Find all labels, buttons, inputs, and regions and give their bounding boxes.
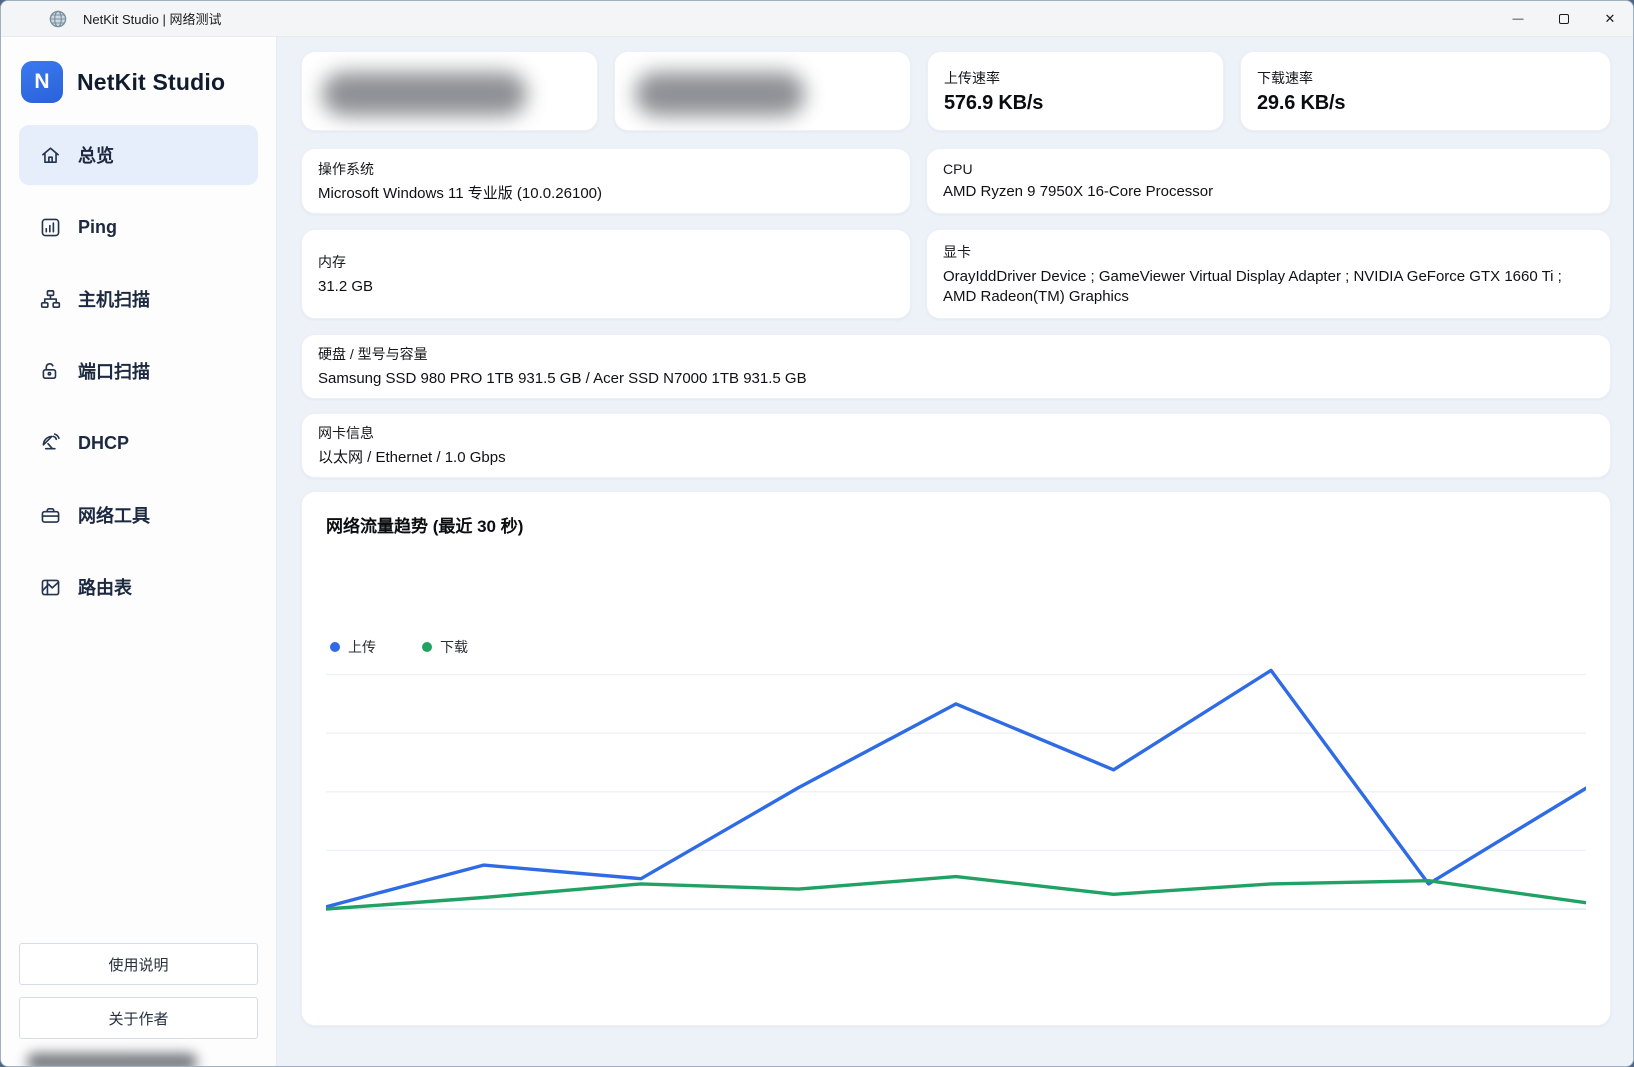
- upload-legend-label: 上传: [348, 637, 376, 657]
- redacted-version-text: [27, 1053, 197, 1067]
- titlebar: NetKit Studio | 网络测试 — ✕: [1, 1, 1633, 37]
- upload-legend-dot-icon: [330, 642, 340, 652]
- app-window: NetKit Studio | 网络测试 — ✕ N NetKit Studio…: [0, 0, 1634, 1067]
- redacted-blob: [322, 72, 527, 116]
- chart-title: 网络流量趋势 (最近 30 秒): [326, 512, 1586, 537]
- sidebar-footer: 使用说明 关于作者: [19, 931, 258, 1066]
- satellite-dish-icon: [39, 432, 62, 455]
- main-content: 上传速率 576.9 KB/s 下载速率 29.6 KB/s 操作系统 Micr…: [277, 37, 1633, 1066]
- home-icon: [39, 144, 62, 167]
- download-legend-dot-icon: [422, 642, 432, 652]
- disk-label: 硬盘 / 型号与容量: [318, 344, 1594, 364]
- download-speed-value: 29.6 KB/s: [1257, 92, 1594, 115]
- gpu-value: OrayIddDriver Device ; GameViewer Virtua…: [943, 267, 1594, 307]
- nic-card: 网卡信息 以太网 / Ethernet / 1.0 Gbps: [301, 413, 1611, 478]
- os-value: Microsoft Windows 11 专业版 (10.0.26100): [318, 184, 894, 204]
- memory-card: 内存 31.2 GB: [301, 229, 911, 319]
- network-nodes-icon: [39, 288, 62, 311]
- stats-row: 上传速率 576.9 KB/s 下载速率 29.6 KB/s: [301, 51, 1611, 131]
- legend-item-upload[interactable]: 上传: [330, 637, 376, 657]
- usage-guide-label: 使用说明: [108, 954, 168, 975]
- memory-gpu-row: 内存 31.2 GB 显卡 OrayIddDriver Device ; Gam…: [301, 229, 1611, 319]
- usage-guide-button[interactable]: 使用说明: [19, 943, 258, 985]
- cpu-value: AMD Ryzen 9 7950X 16-Core Processor: [943, 182, 1594, 202]
- gpu-card: 显卡 OrayIddDriver Device ; GameViewer Vir…: [926, 229, 1611, 319]
- chart-series-lines: [326, 670, 1586, 909]
- sidebar-item-label: 网络工具: [78, 502, 150, 528]
- sidebar-item-overview[interactable]: 总览: [19, 125, 258, 185]
- close-icon: ✕: [1605, 11, 1616, 27]
- maximize-icon: [1559, 14, 1569, 24]
- sidebar-item-label: 端口扫描: [78, 358, 150, 384]
- sidebar-item-network-tools[interactable]: 网络工具: [19, 485, 258, 545]
- sidebar-item-port-scan[interactable]: 端口扫描: [19, 341, 258, 401]
- cpu-card: CPU AMD Ryzen 9 7950X 16-Core Processor: [926, 148, 1611, 214]
- sidebar-item-label: 总览: [78, 142, 114, 168]
- os-card: 操作系统 Microsoft Windows 11 专业版 (10.0.2610…: [301, 148, 911, 214]
- sidebar-item-host-scan[interactable]: 主机扫描: [19, 269, 258, 329]
- bar-chart-icon: [39, 216, 62, 239]
- chart-legend: 上传 下载: [330, 637, 1586, 657]
- sidebar-item-label: 路由表: [78, 574, 132, 600]
- minimize-icon: —: [1513, 13, 1524, 25]
- disk-value: Samsung SSD 980 PRO 1TB 931.5 GB / Acer …: [318, 369, 1594, 389]
- app-name: NetKit Studio: [77, 69, 225, 96]
- minimize-button[interactable]: —: [1495, 1, 1541, 36]
- memory-value: 31.2 GB: [318, 277, 894, 297]
- about-author-button[interactable]: 关于作者: [19, 997, 258, 1039]
- sidebar-item-label: Ping: [78, 217, 117, 238]
- app-body: N NetKit Studio 总览 Ping: [1, 37, 1633, 1066]
- sidebar-item-ping[interactable]: Ping: [19, 197, 258, 257]
- sidebar-item-label: DHCP: [78, 433, 129, 454]
- cpu-label: CPU: [943, 161, 1594, 177]
- upload-speed-card: 上传速率 576.9 KB/s: [927, 51, 1224, 131]
- chart-gridlines: [326, 675, 1586, 909]
- memory-label: 内存: [318, 252, 894, 272]
- traffic-line-chart: [326, 659, 1586, 917]
- app-logo: N: [21, 61, 63, 103]
- legend-item-download[interactable]: 下载: [422, 637, 468, 657]
- sidebar-item-route-table[interactable]: 路由表: [19, 557, 258, 617]
- os-cpu-row: 操作系统 Microsoft Windows 11 专业版 (10.0.2610…: [301, 148, 1611, 214]
- open-lock-icon: [39, 360, 62, 383]
- download-legend-label: 下载: [440, 637, 468, 657]
- briefcase-icon: [39, 504, 62, 527]
- sidebar-item-label: 主机扫描: [78, 286, 150, 312]
- close-button[interactable]: ✕: [1587, 1, 1633, 36]
- upload-speed-label: 上传速率: [944, 68, 1207, 88]
- redacted-card-2: [614, 51, 911, 131]
- redacted-card-1: [301, 51, 598, 131]
- download-speed-card: 下载速率 29.6 KB/s: [1240, 51, 1611, 131]
- maximize-button[interactable]: [1541, 1, 1587, 36]
- redacted-blob: [635, 72, 805, 116]
- disk-card: 硬盘 / 型号与容量 Samsung SSD 980 PRO 1TB 931.5…: [301, 334, 1611, 399]
- globe-icon: [47, 8, 69, 30]
- os-label: 操作系统: [318, 159, 894, 179]
- map-icon: [39, 576, 62, 599]
- sidebar-nav: 总览 Ping 主机扫描: [19, 125, 258, 617]
- window-title: NetKit Studio | 网络测试: [83, 9, 221, 28]
- upload-speed-value: 576.9 KB/s: [944, 92, 1207, 115]
- traffic-chart-card: 网络流量趋势 (最近 30 秒) 上传 下载: [301, 491, 1611, 1026]
- brand: N NetKit Studio: [21, 61, 256, 103]
- download-speed-label: 下载速率: [1257, 68, 1594, 88]
- sidebar-item-dhcp[interactable]: DHCP: [19, 413, 258, 473]
- about-author-label: 关于作者: [108, 1008, 168, 1029]
- gpu-label: 显卡: [943, 242, 1594, 262]
- nic-value: 以太网 / Ethernet / 1.0 Gbps: [318, 448, 1594, 468]
- nic-label: 网卡信息: [318, 423, 1594, 443]
- sidebar: N NetKit Studio 总览 Ping: [1, 37, 277, 1066]
